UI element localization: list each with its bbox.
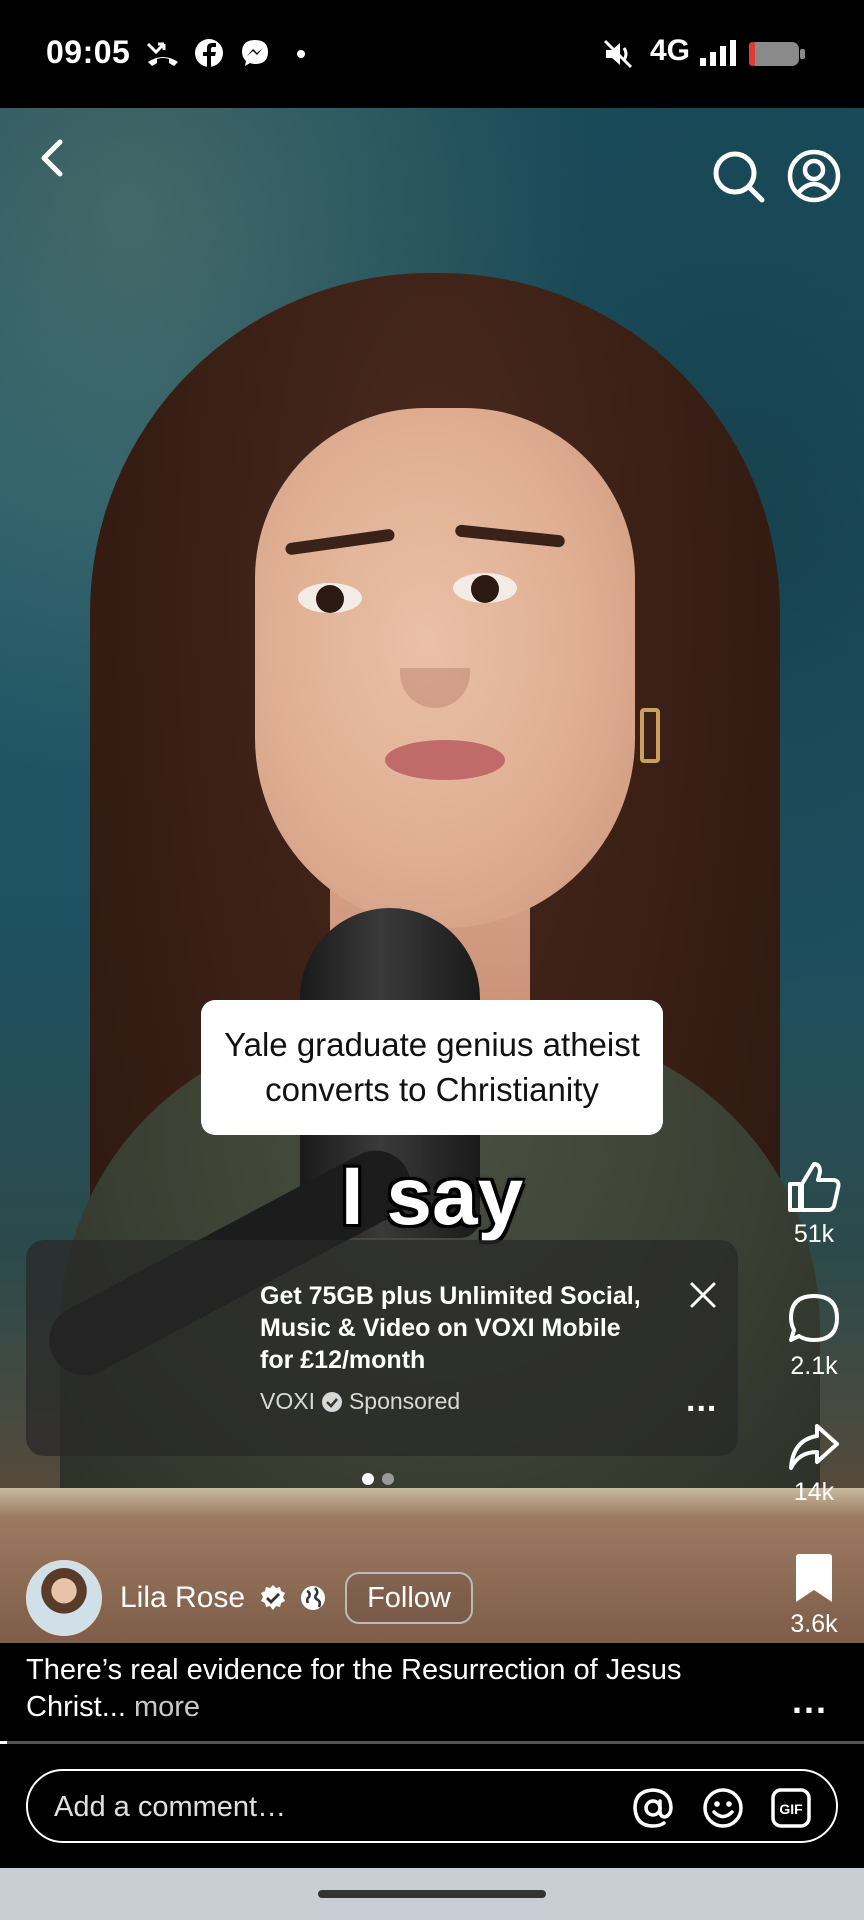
like-count: 51k [793,1220,835,1248]
description-text: There’s real evidence for the Resurrecti… [26,1654,682,1723]
messenger-icon [242,40,268,66]
home-indicator[interactable] [318,1890,546,1898]
save-button[interactable]: 3.6k [780,1552,848,1639]
comment-count: 2.1k [790,1352,838,1380]
verified-badge-icon [261,1585,286,1610]
search-icon[interactable] [710,148,770,208]
facebook-icon [195,39,223,67]
mention-icon[interactable] [632,1787,674,1829]
comment-placeholder: Add a comment… [54,1791,287,1823]
ad-more-button[interactable]: ... [686,1383,717,1417]
author-row: Lila Rose Follow [26,1560,473,1636]
lips [385,740,505,780]
share-icon [789,1424,839,1470]
ad-advertiser[interactable]: VOXI [260,1388,315,1415]
system-nav-bar [0,1868,864,1920]
share-button[interactable]: 14k [780,1422,848,1507]
mute-icon [603,39,633,69]
status-bar: 09:05 4G [0,0,864,108]
like-button[interactable]: 51k [780,1160,848,1249]
ad-sponsored-label: Sponsored [348,1388,461,1414]
left-eye [298,583,362,613]
ad-title[interactable]: Get 75GB plus Unlimited Social, Music & … [260,1280,660,1376]
gif-label: GIF [779,1801,803,1817]
battery-icon [749,42,805,66]
globe-icon [301,1586,326,1610]
signal-icon [700,40,736,66]
follow-button[interactable]: Follow [345,1572,473,1624]
gif-icon[interactable]: GIF [770,1787,812,1829]
video-subtitle: I say [340,1151,524,1242]
sponsored-ad-card[interactable]: Get 75GB plus Unlimited Social, Music & … [26,1240,738,1456]
comment-input[interactable]: Add a comment… GIF [26,1769,838,1843]
video-progress-fill [0,1741,7,1744]
share-count: 14k [793,1478,835,1506]
profile-icon[interactable] [786,148,842,204]
description-more-link[interactable]: more [134,1691,200,1723]
post-description[interactable]: There’s real evidence for the Resurrecti… [26,1652,746,1726]
author-name[interactable]: Lila Rose [120,1581,245,1615]
carousel-dot-active [362,1473,374,1485]
close-icon[interactable] [686,1278,720,1312]
post-options-button[interactable]: ... [792,1680,828,1722]
verified-icon [321,1391,342,1412]
dot-icon [297,50,305,58]
thumbs-up-icon [788,1162,841,1212]
bookmark-icon [796,1554,832,1602]
network-type: 4G [650,34,691,67]
back-icon[interactable] [24,128,84,188]
video-progress-bar[interactable] [0,1741,864,1744]
emoji-icon[interactable] [702,1787,744,1829]
ad-meta: VOXI Sponsored [260,1388,460,1415]
ad-carousel-indicator [362,1473,394,1485]
video-caption: Yale graduate genius atheist converts to… [201,1000,663,1135]
carousel-dot [382,1473,394,1485]
earring [640,708,660,763]
avatar[interactable] [26,1560,102,1636]
save-count: 3.6k [790,1610,838,1638]
right-eye [453,573,517,603]
comment-button[interactable]: 2.1k [780,1292,848,1381]
status-time: 09:05 [46,34,131,70]
comment-icon [789,1294,839,1342]
missed-call-icon [146,42,178,66]
